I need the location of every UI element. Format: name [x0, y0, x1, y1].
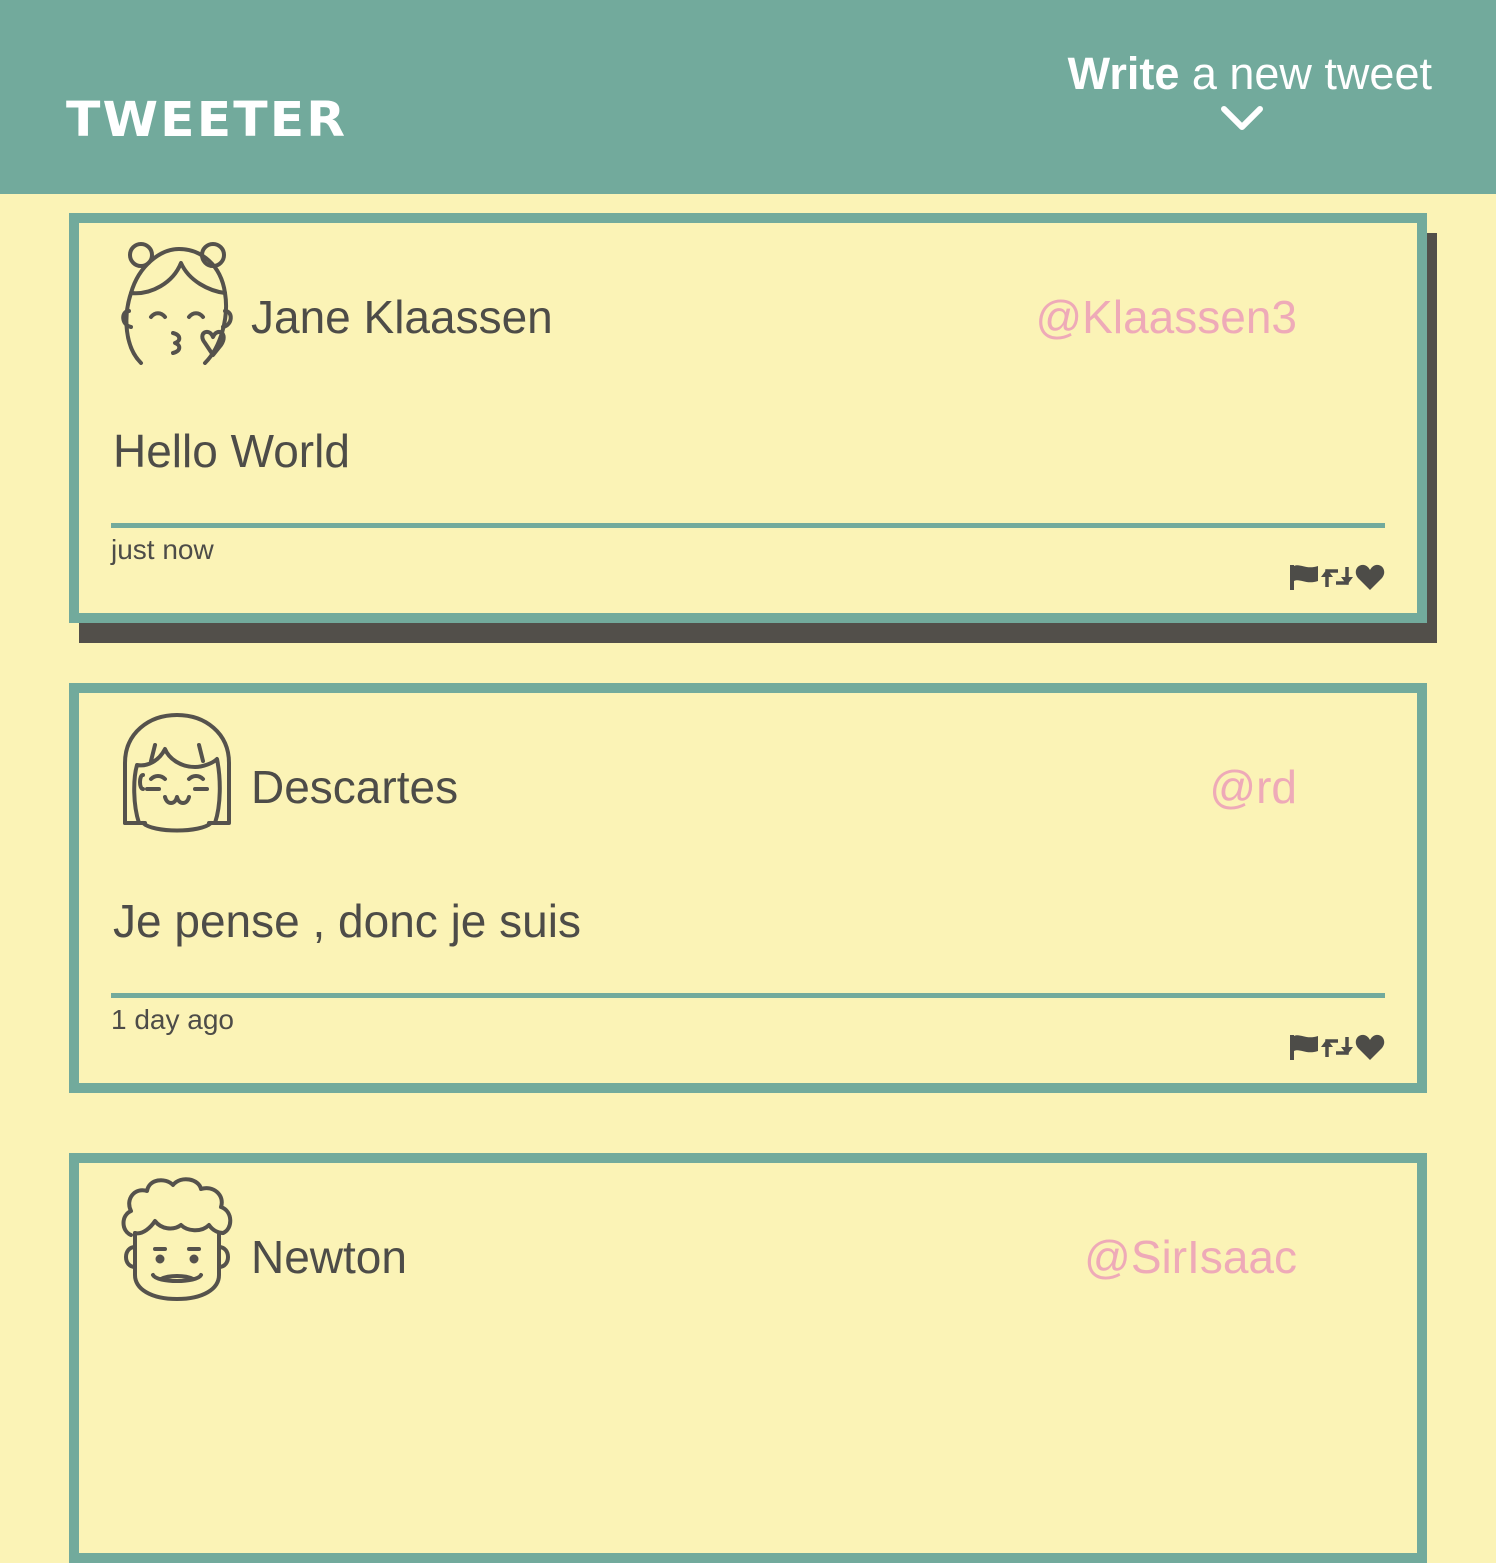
chevron-down-icon: [1221, 106, 1263, 130]
heart-icon[interactable]: [1355, 1033, 1385, 1061]
tweet-author-handle[interactable]: @SirIsaac: [1084, 1229, 1297, 1285]
brand-logo[interactable]: TWEETER: [66, 92, 347, 148]
tweet-text: Je pense , donc je suis: [113, 895, 581, 947]
compose-label-strong: Write: [1067, 48, 1180, 99]
flag-icon[interactable]: [1289, 1033, 1319, 1061]
compose-label: Write a new tweet: [1052, 46, 1432, 102]
tweet-timestamp: 1 day ago: [111, 1004, 234, 1035]
tweet-header: Jane Klaassen @Klaassen3: [117, 235, 1297, 365]
tweet-timestamp: just now: [111, 534, 214, 565]
tweet-card: Newton @SirIsaac: [69, 1153, 1427, 1563]
tweet-card: Descartes @rd Je pense , donc je suis 1 …: [69, 683, 1427, 1093]
tweet-author-name: Newton: [251, 1231, 407, 1283]
flag-icon[interactable]: [1289, 563, 1319, 591]
top-nav: TWEETER Write a new tweet: [0, 0, 1496, 194]
retweet-icon[interactable]: [1319, 1033, 1355, 1061]
tweet-author-handle[interactable]: @Klaassen3: [1035, 289, 1297, 345]
tweet-card: Jane Klaassen @Klaassen3 Hello World jus…: [69, 213, 1427, 623]
tweet-header: Descartes @rd: [117, 705, 1297, 835]
tweet-author-name: Jane Klaassen: [251, 291, 553, 343]
kissing-girl-avatar-icon: [121, 242, 233, 365]
tweet-actions: [1289, 563, 1385, 591]
tweet-author-name: Descartes: [251, 761, 459, 813]
tweet-author-handle[interactable]: @rd: [1209, 759, 1297, 815]
heart-icon[interactable]: [1355, 563, 1385, 591]
tweet-divider: [111, 523, 1385, 528]
tweet-header: Newton @SirIsaac: [117, 1175, 1297, 1305]
smiling-girl-avatar-icon: [123, 713, 231, 833]
compose-toggle-button[interactable]: Write a new tweet: [1052, 46, 1432, 134]
tweet-text: Hello World: [113, 425, 350, 477]
retweet-icon[interactable]: [1319, 563, 1355, 591]
curly-hair-man-avatar-icon: [121, 1177, 233, 1301]
compose-label-rest: a new tweet: [1179, 48, 1432, 99]
tweet-actions: [1289, 1033, 1385, 1061]
tweet-divider: [111, 993, 1385, 998]
